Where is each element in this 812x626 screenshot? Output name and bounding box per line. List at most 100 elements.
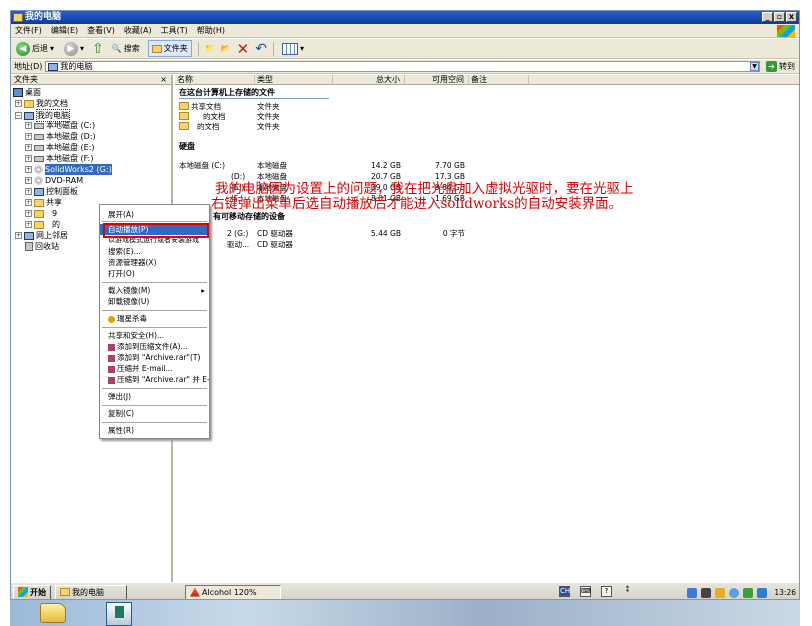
- close-button[interactable]: x: [786, 12, 797, 22]
- menu-item-compress-email[interactable]: 压缩并 E-mail...: [100, 363, 209, 374]
- expand-icon[interactable]: +: [25, 221, 32, 228]
- column-type[interactable]: 类型: [255, 75, 333, 85]
- menu-separator: [102, 221, 207, 222]
- expand-icon[interactable]: +: [25, 177, 32, 184]
- menu-item-sharing[interactable]: 共享和安全(H)...: [100, 330, 209, 341]
- menu-item-add-archive[interactable]: 添加到压缩文件(A)...: [100, 341, 209, 352]
- views-icon: [281, 42, 298, 55]
- menu-item-mount-image[interactable]: 载入镜像(M) ▸: [100, 285, 209, 296]
- list-item[interactable]: 的文档 文件夹: [175, 112, 575, 122]
- table-row[interactable]: 本地磁盘 (C:) 本地磁盘 14.2 GB 7.70 GB: [175, 161, 575, 171]
- search-button[interactable]: 🔍 搜索: [110, 40, 142, 57]
- back-button[interactable]: ◀ 后退 ▾: [14, 40, 56, 57]
- tray-update-icon[interactable]: [743, 587, 754, 598]
- expand-icon[interactable]: +: [15, 100, 22, 107]
- help-icon[interactable]: ?: [601, 586, 612, 597]
- expand-icon[interactable]: +: [25, 166, 32, 173]
- column-name[interactable]: 名称: [175, 75, 255, 85]
- table-row[interactable]: 2 (G:) CD 驱动器 5.44 GB 0 字节: [175, 229, 575, 239]
- tree-item-shared[interactable]: + 共享: [25, 197, 62, 208]
- close-pane-icon[interactable]: ×: [160, 75, 167, 85]
- taskbar-item-my-computer[interactable]: 我的电脑: [55, 584, 127, 599]
- maximize-button[interactable]: ▫: [774, 12, 785, 22]
- expand-icon[interactable]: +: [25, 155, 32, 162]
- tree-item-control-panel[interactable]: + 控制面板: [25, 186, 78, 197]
- keyboard-icon[interactable]: ⌨: [580, 586, 591, 597]
- menu-item-expand[interactable]: 展开(A): [100, 209, 209, 220]
- expand-icon[interactable]: +: [25, 133, 32, 140]
- menu-item-add-to-rar[interactable]: 添加到 "Archive.rar"(T): [100, 352, 209, 363]
- table-row[interactable]: 驱动... CD 驱动器: [175, 240, 575, 250]
- menu-item-antivirus[interactable]: 瑞星杀毒: [100, 313, 209, 324]
- item-type: 文件夹: [257, 112, 280, 121]
- expand-icon[interactable]: +: [15, 232, 22, 239]
- menu-item-explorer[interactable]: 资源管理器(X): [100, 257, 209, 268]
- up-folder-icon[interactable]: ⇧: [92, 42, 104, 56]
- menu-file[interactable]: 文件(F): [15, 25, 42, 36]
- my-documents-desktop-icon[interactable]: [40, 603, 66, 623]
- app-desktop-icon[interactable]: [106, 602, 132, 626]
- menu-edit[interactable]: 编辑(E): [51, 25, 78, 36]
- tree-item-drive-c[interactable]: + 本地磁盘 (C:): [25, 120, 95, 131]
- tree-item-dvd-ram[interactable]: + DVD-RAM: [25, 175, 83, 186]
- tray-shield-icon[interactable]: [729, 587, 740, 598]
- forward-button[interactable]: ▶ ▾: [62, 40, 86, 57]
- collapse-icon[interactable]: −: [15, 112, 22, 119]
- volume-icon[interactable]: [701, 587, 712, 598]
- menu-help[interactable]: 帮助(H): [197, 25, 225, 36]
- tree-item-drive-f[interactable]: + 本地磁盘 (F:): [25, 153, 93, 164]
- tray-app-icon[interactable]: [715, 587, 726, 598]
- list-item[interactable]: 的文档 文件夹: [175, 122, 575, 132]
- chevron-down-icon[interactable]: ▼: [750, 62, 759, 71]
- tree-item-network[interactable]: + 网上邻居: [15, 230, 68, 241]
- tree-item-desktop[interactable]: 桌面: [13, 87, 41, 98]
- views-button[interactable]: ▾: [280, 40, 306, 57]
- copy-to-icon[interactable]: 📂: [221, 44, 231, 53]
- tree-item-my-documents[interactable]: + 我的文档: [15, 98, 68, 109]
- tree-item-drive-d[interactable]: + 本地磁盘 (D:): [25, 131, 96, 142]
- move-to-icon[interactable]: 📁: [205, 44, 215, 53]
- taskbar-item-alcohol[interactable]: Alcohol 120%: [185, 584, 281, 599]
- expand-icon[interactable]: +: [25, 144, 32, 151]
- tree-item-drive-e[interactable]: + 本地磁盘 (E:): [25, 142, 95, 153]
- folder-icon: [34, 198, 44, 207]
- menu-item-copy[interactable]: 复制(C): [100, 408, 209, 419]
- expand-icon[interactable]: +: [25, 210, 32, 217]
- expand-icon[interactable]: +: [25, 122, 32, 129]
- annotation-line-1: 我的电脑因为设置上的问题，我在把光盘加入虚拟光驱时，要在光驱上: [215, 181, 634, 197]
- expand-icon[interactable]: +: [25, 199, 32, 206]
- menu-item-properties[interactable]: 属性(R): [100, 425, 209, 436]
- tray-arrow-icon[interactable]: [757, 587, 768, 598]
- menu-item-compress-rar-email[interactable]: 压缩到 "Archive.rar" 并 E-mail: [100, 374, 209, 385]
- tree-label: 本地磁盘 (E:): [46, 143, 95, 152]
- menu-item-label: 压缩到 "Archive.rar" 并 E-mail: [117, 375, 209, 384]
- network-tray-icon[interactable]: [687, 587, 698, 598]
- menu-favorites[interactable]: 收藏(A): [124, 25, 152, 36]
- go-button[interactable]: ➜ 转到: [766, 61, 795, 72]
- menu-tools[interactable]: 工具(T): [161, 25, 188, 36]
- item-type: CD 驱动器: [257, 240, 293, 249]
- column-total-size[interactable]: 总大小: [333, 75, 405, 85]
- column-free-space[interactable]: 可用空间: [405, 75, 469, 85]
- undo-icon[interactable]: ↶: [255, 41, 267, 57]
- address-input[interactable]: 我的电脑 ▼: [45, 61, 760, 72]
- tree-item-folder-9[interactable]: +9: [25, 208, 57, 219]
- tree-item-drive-g[interactable]: + SolidWorks2 (G:): [25, 164, 112, 175]
- menu-item-unmount-image[interactable]: 卸载镜像(U): [100, 296, 209, 307]
- language-icon[interactable]: CH: [559, 586, 570, 597]
- list-item[interactable]: 共享文档 文件夹: [175, 102, 575, 112]
- menu-view[interactable]: 查看(V): [87, 25, 115, 36]
- menu-item-eject[interactable]: 弹出(J): [100, 391, 209, 402]
- start-button[interactable]: 开始: [13, 584, 51, 599]
- pin-icon[interactable]: ⁑: [622, 586, 633, 597]
- minimize-button[interactable]: _: [762, 12, 773, 22]
- expand-icon[interactable]: +: [25, 188, 32, 195]
- column-comment[interactable]: 备注: [469, 75, 529, 85]
- group-files-header: 在这台计算机上存储的文件: [179, 88, 275, 97]
- delete-icon[interactable]: ✕: [237, 40, 250, 58]
- folders-button[interactable]: 文件夹: [147, 40, 192, 57]
- tree-item-folder-de[interactable]: + 的: [25, 219, 60, 230]
- tree-item-recycle-bin[interactable]: 回收站: [25, 241, 59, 252]
- menu-item-search[interactable]: 搜索(E)...: [100, 246, 209, 257]
- menu-item-open[interactable]: 打开(O): [100, 268, 209, 279]
